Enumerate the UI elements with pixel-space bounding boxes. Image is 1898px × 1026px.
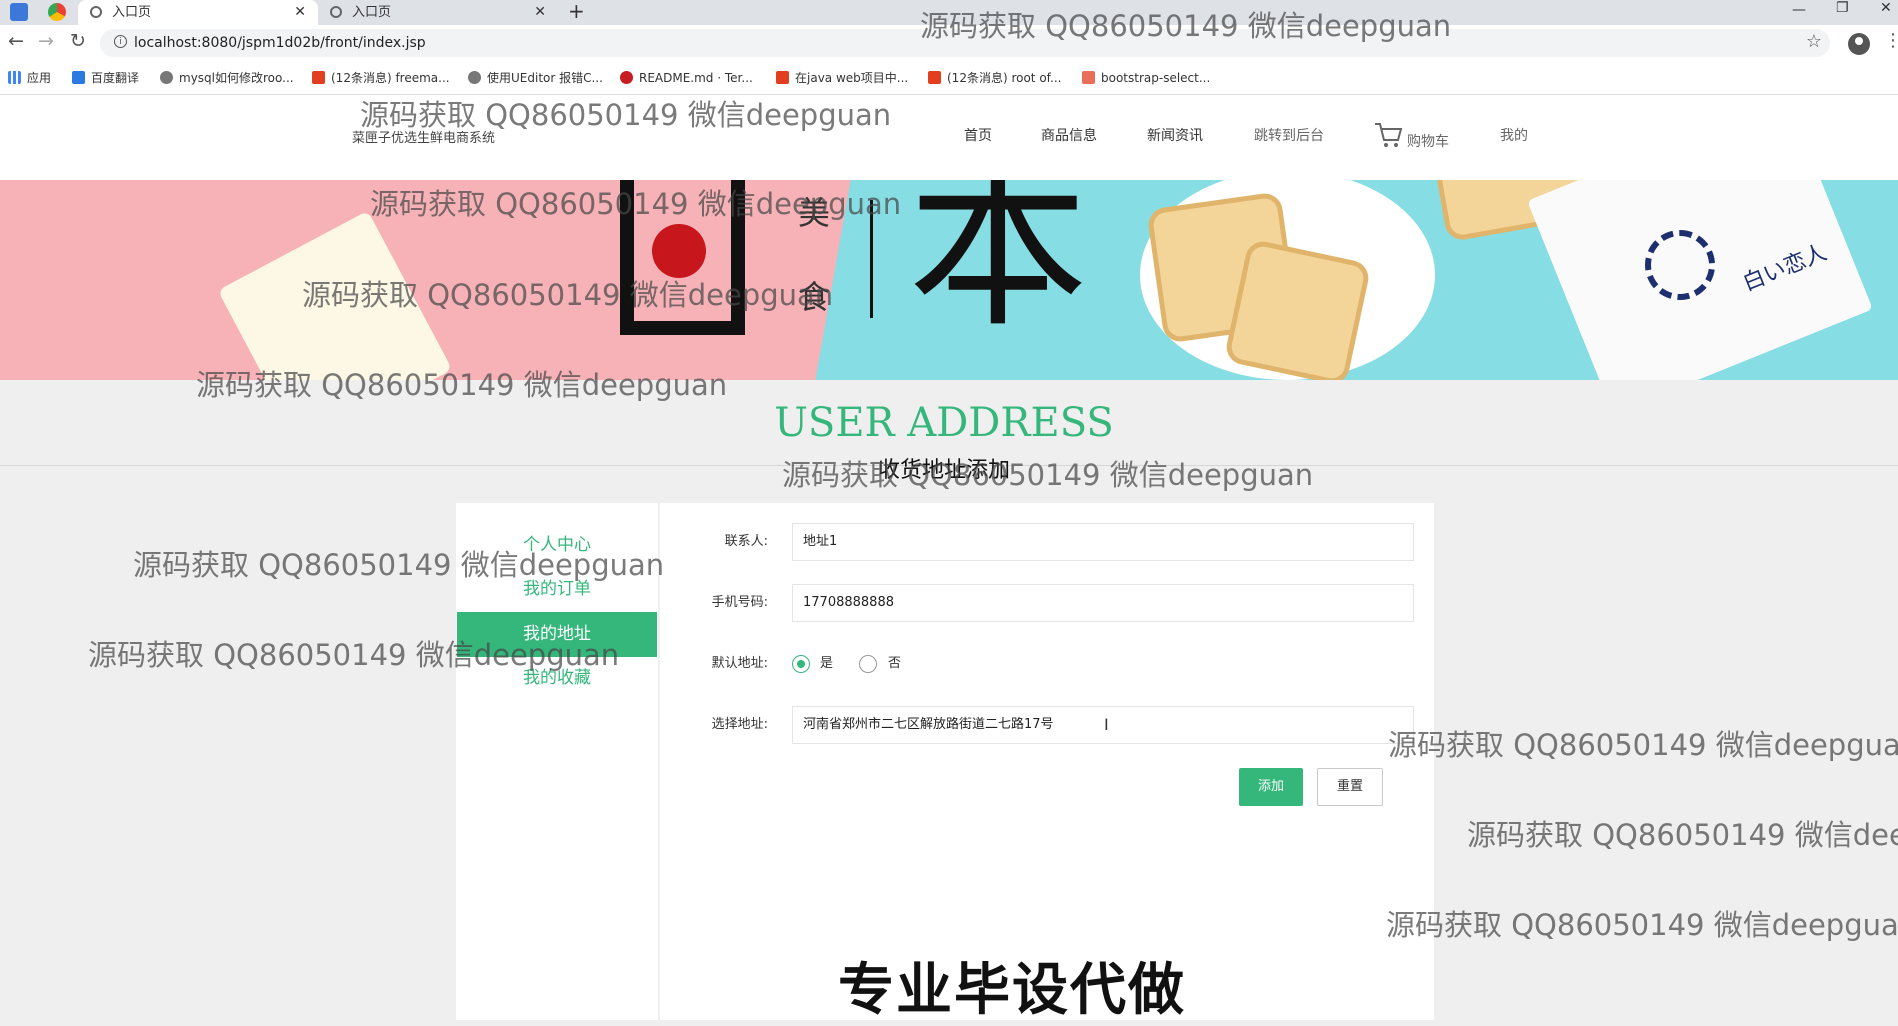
sidebar-item-address[interactable]: 我的地址 (457, 612, 657, 657)
profile-icon[interactable] (1848, 33, 1870, 55)
tab-entry-page-2[interactable]: 入口页 ✕ (318, 0, 558, 25)
reset-button[interactable]: 重置 (1317, 768, 1383, 806)
bookmark-root-of[interactable]: (12条消息) root of... (928, 62, 1061, 94)
user-sidebar: 个人中心 我的订单 我的地址 我的收藏 (456, 503, 658, 1020)
new-tab-button[interactable]: + (568, 0, 585, 23)
banner-char-mei: 美 (798, 194, 831, 232)
bookmark-baidu-translate[interactable]: 百度翻译 (72, 62, 139, 94)
watermark-text: 源码获取 QQ86050149 微信deepguan (1467, 818, 1898, 852)
bookmark-star-icon[interactable]: ☆ (1806, 31, 1822, 52)
gitee-icon (620, 71, 633, 84)
chrome-app-icon[interactable] (48, 3, 66, 21)
default-no-radio[interactable] (859, 655, 877, 673)
url-input[interactable]: i localhost:8080/jspm1d02b/front/index.j… (100, 29, 1830, 57)
text-cursor-icon: I (1104, 715, 1109, 734)
close-icon[interactable]: ✕ (534, 0, 546, 25)
baidu-translate-icon (72, 71, 85, 84)
close-window-icon[interactable]: ✕ (1880, 1, 1892, 15)
nav-admin[interactable]: 跳转到后台 (1254, 125, 1324, 145)
bookmark-ueditor[interactable]: 使用UEditor 报错C... (468, 62, 603, 94)
snack-logo-graphic (1645, 230, 1715, 300)
address-form-panel: 联系人: 地址1 手机号码: 17708888888 默认地址: 是 否 选择地… (660, 503, 1434, 1020)
red-sun-graphic (652, 224, 706, 278)
banner-char-ben: 本 (908, 180, 1089, 352)
nav-products[interactable]: 商品信息 (1041, 125, 1097, 145)
tab-title: 入口页 (352, 5, 392, 20)
close-icon[interactable]: ✕ (294, 0, 306, 25)
csdn-icon (312, 71, 325, 84)
restore-icon[interactable]: ❐ (1836, 1, 1849, 15)
nav-news[interactable]: 新闻资讯 (1147, 125, 1203, 145)
phone-field[interactable]: 17708888888 (792, 584, 1414, 622)
tab-title: 入口页 (112, 5, 152, 20)
default-yes-radio[interactable] (792, 655, 810, 673)
address-field[interactable]: 河南省郑州市二七区解放路街道二七路17号 (792, 706, 1414, 744)
banner-divider (870, 200, 873, 318)
sidebar-item-orders[interactable]: 我的订单 (457, 567, 657, 612)
sidebar-item-favorites[interactable]: 我的收藏 (457, 656, 657, 701)
watermark-text: 源码获取 QQ86050149 微信deepguan (1388, 728, 1898, 762)
jianshu-icon (1082, 71, 1095, 84)
url-text: localhost:8080/jspm1d02b/front/index.jsp (134, 35, 426, 51)
csdn-icon (928, 71, 941, 84)
site-logo-text[interactable]: 菜匣子优选生鲜电商系统 (352, 127, 495, 146)
mail-app-icon[interactable] (10, 3, 28, 21)
site-header: 菜匣子优选生鲜电商系统 首页 商品信息 新闻资讯 跳转到后台 购物车 我的 (0, 95, 1898, 180)
nav-cart[interactable]: 购物车 (1407, 131, 1449, 151)
phone-label: 手机号码: (711, 595, 768, 610)
bookmark-bootstrap-select[interactable]: bootstrap-select... (1082, 62, 1210, 94)
bookmark-apps[interactable]: 应用 (8, 62, 51, 94)
shopping-cart-icon[interactable] (1373, 121, 1403, 149)
section-title: USER ADDRESS (774, 400, 1114, 446)
globe-icon (330, 6, 342, 18)
info-icon[interactable]: i (114, 35, 127, 48)
default-address-label: 默认地址: (711, 656, 768, 671)
watermark-text: 源码获取 QQ86050149 微信deepguan (1386, 908, 1898, 942)
sidebar-item-profile[interactable]: 个人中心 (457, 523, 657, 568)
bookmark-java-web[interactable]: 在java web项目中... (776, 62, 908, 94)
address-bar: ← → ↻ i localhost:8080/jspm1d02b/front/i… (0, 25, 1898, 62)
globe-icon (90, 6, 102, 18)
bookmark-freemarker[interactable]: (12条消息) freema... (312, 62, 450, 94)
default-yes-label[interactable]: 是 (820, 655, 833, 673)
banner-char-shi: 食 (798, 278, 831, 316)
menu-icon[interactable]: ⋮ (1884, 30, 1898, 51)
contact-label: 联系人: (724, 534, 768, 549)
reload-icon[interactable]: ↻ (70, 30, 86, 52)
bookmark-mysql[interactable]: mysql如何修改roo... (160, 62, 294, 94)
add-button[interactable]: 添加 (1239, 768, 1303, 806)
bookmark-icon (468, 71, 481, 84)
bookmark-readme[interactable]: README.md · Ter... (620, 62, 753, 94)
contact-field[interactable]: 地址1 (792, 523, 1414, 561)
bookmarks-bar: 应用 百度翻译 mysql如何修改roo... (12条消息) freema..… (0, 62, 1898, 95)
default-no-label[interactable]: 否 (888, 655, 901, 673)
minimize-icon[interactable]: — (1792, 3, 1806, 17)
back-icon[interactable]: ← (8, 30, 24, 52)
address-label: 选择地址: (711, 717, 768, 732)
csdn-icon (776, 71, 789, 84)
apps-grid-icon (8, 71, 21, 84)
nav-home[interactable]: 首页 (964, 125, 992, 145)
browser-tab-bar: 入口页 ✕ 入口页 ✕ + — ❐ ✕ (0, 0, 1898, 25)
bookmark-icon (160, 71, 173, 84)
tab-entry-page-1[interactable]: 入口页 ✕ (78, 0, 318, 25)
section-subtitle: 收货地址添加 (877, 458, 1010, 483)
cake-image (217, 210, 453, 380)
hero-banner: 美 食 本 白い恋人 (0, 180, 1898, 380)
cookie-image (1223, 238, 1372, 380)
nav-mine[interactable]: 我的 (1500, 125, 1528, 145)
video-caption: 专业毕设代做 (838, 958, 1186, 1023)
forward-icon[interactable]: → (38, 30, 54, 52)
